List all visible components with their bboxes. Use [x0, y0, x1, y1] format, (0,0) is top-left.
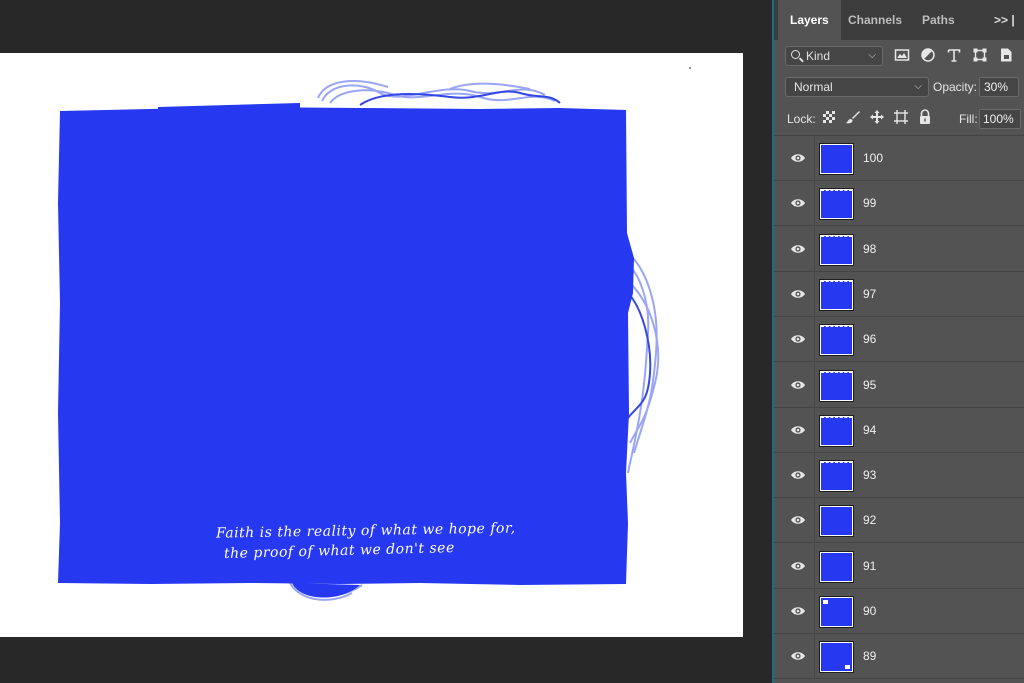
layer-name[interactable]: 96 [863, 332, 876, 346]
blend-mode-value: Normal [794, 80, 833, 94]
layer-thumbnail[interactable] [819, 505, 854, 538]
lock-image-pixels-icon[interactable] [845, 109, 861, 125]
layer-row[interactable]: 92 [774, 498, 1024, 544]
layer-row[interactable]: 94 [774, 407, 1024, 453]
opacity-label: Opacity: [933, 80, 978, 94]
image-filter-icon[interactable] [894, 47, 910, 63]
visibility-column-divider [814, 226, 815, 272]
fill-input[interactable]: 100% [979, 109, 1021, 129]
panel-menu-button[interactable]: >> | [988, 0, 1021, 40]
visibility-column-divider [814, 136, 815, 181]
visibility-eye-icon[interactable] [790, 196, 806, 210]
lock-label: Lock: [787, 112, 816, 126]
opacity-input[interactable]: 30% [979, 77, 1019, 97]
layer-name[interactable]: 93 [863, 468, 876, 482]
layer-thumbnail[interactable] [819, 143, 854, 175]
layer-thumbnail[interactable] [819, 324, 854, 357]
search-icon [791, 50, 800, 59]
type-filter-icon[interactable] [946, 47, 962, 63]
lock-all-icon[interactable] [917, 109, 933, 125]
visibility-eye-icon[interactable] [790, 468, 806, 482]
visibility-eye-icon[interactable] [790, 513, 806, 527]
lock-transparent-pixels-icon[interactable] [821, 109, 837, 125]
layer-name[interactable]: 89 [863, 649, 876, 663]
layer-row[interactable]: 90 [774, 589, 1024, 634]
layers-panel: Layers Channels Paths >> | Kind ⌵ Normal… [774, 0, 1024, 683]
visibility-column-divider [814, 271, 815, 317]
layer-thumbnail[interactable] [819, 414, 854, 447]
layer-row[interactable]: 95 [774, 362, 1024, 408]
adjustment-filter-icon[interactable] [920, 47, 936, 63]
layer-name[interactable]: 90 [863, 604, 876, 618]
layer-row[interactable]: 93 [774, 453, 1024, 499]
layer-thumbnail[interactable] [819, 550, 854, 583]
layer-thumbnail[interactable] [819, 233, 854, 266]
layer-row[interactable]: 97 [774, 271, 1024, 317]
visibility-column-divider [814, 589, 815, 634]
layer-row[interactable]: 98 [774, 226, 1024, 272]
lock-artboard-icon[interactable] [893, 109, 909, 125]
visibility-eye-icon[interactable] [790, 559, 806, 573]
layers-list: 100 99 98 97 96 95 94 93 92 91 90 89 [774, 135, 1024, 683]
tab-layers[interactable]: Layers [778, 0, 841, 40]
layer-row[interactable]: 99 [774, 181, 1024, 227]
layer-thumbnail[interactable] [819, 369, 854, 402]
visibility-column-divider [814, 634, 815, 680]
smart-object-filter-icon[interactable] [998, 47, 1014, 63]
layer-thumbnail[interactable] [819, 596, 854, 628]
chevron-down-icon: ⌵ [868, 50, 876, 61]
layer-name[interactable]: 100 [863, 151, 883, 165]
layer-thumbnail[interactable] [819, 278, 854, 311]
visibility-eye-icon[interactable] [790, 604, 806, 618]
visibility-eye-icon[interactable] [790, 649, 806, 663]
visibility-column-divider [814, 362, 815, 408]
tab-channels[interactable]: Channels [836, 0, 914, 40]
layer-filter-row: Kind ⌵ [774, 44, 1024, 68]
layer-row[interactable]: 96 [774, 317, 1024, 363]
layer-thumbnail[interactable] [819, 188, 854, 221]
visibility-eye-icon[interactable] [790, 151, 806, 165]
chevron-down-icon: ⌵ [914, 81, 922, 92]
layer-name[interactable]: 92 [863, 513, 876, 527]
lock-row: Lock: Fill: 100% [774, 106, 1024, 130]
layer-thumbnail[interactable] [819, 641, 854, 674]
visibility-column-divider [814, 543, 815, 589]
visibility-eye-icon[interactable] [790, 378, 806, 392]
visibility-column-divider [814, 317, 815, 363]
visibility-eye-icon[interactable] [790, 332, 806, 346]
visibility-eye-icon[interactable] [790, 242, 806, 256]
document-canvas[interactable]: Faith is the reality of what we hope for… [0, 53, 743, 637]
visibility-column-divider [814, 181, 815, 227]
fill-label: Fill: [959, 112, 978, 126]
layer-name[interactable]: 95 [863, 378, 876, 392]
shape-filter-icon[interactable] [972, 47, 988, 63]
layer-name[interactable]: 94 [863, 423, 876, 437]
visibility-eye-icon[interactable] [790, 287, 806, 301]
panel-tabs: Layers Channels Paths >> | [774, 0, 1024, 40]
visibility-column-divider [814, 498, 815, 544]
layer-row[interactable]: 100 [774, 136, 1024, 181]
tab-paths[interactable]: Paths [910, 0, 967, 40]
layer-name[interactable]: 98 [863, 242, 876, 256]
blend-row: Normal ⌵ Opacity: 30% [774, 76, 1024, 98]
canvas-workspace[interactable]: Faith is the reality of what we hope for… [0, 0, 772, 683]
layer-thumbnail[interactable] [819, 460, 854, 493]
blue-fill-shape [58, 107, 634, 585]
layer-row[interactable]: 91 [774, 543, 1024, 589]
layer-name[interactable]: 99 [863, 196, 876, 210]
lock-position-icon[interactable] [869, 109, 885, 125]
filter-kind-select[interactable]: Kind ⌵ [785, 46, 883, 66]
filter-kind-label: Kind [806, 49, 831, 63]
visibility-eye-icon[interactable] [790, 423, 806, 437]
layer-name[interactable]: 97 [863, 287, 876, 301]
visibility-column-divider [814, 407, 815, 453]
layer-row[interactable]: 89 [774, 634, 1024, 680]
blend-mode-select[interactable]: Normal ⌵ [785, 77, 929, 97]
layer-name[interactable]: 91 [863, 559, 876, 573]
visibility-column-divider [814, 453, 815, 499]
